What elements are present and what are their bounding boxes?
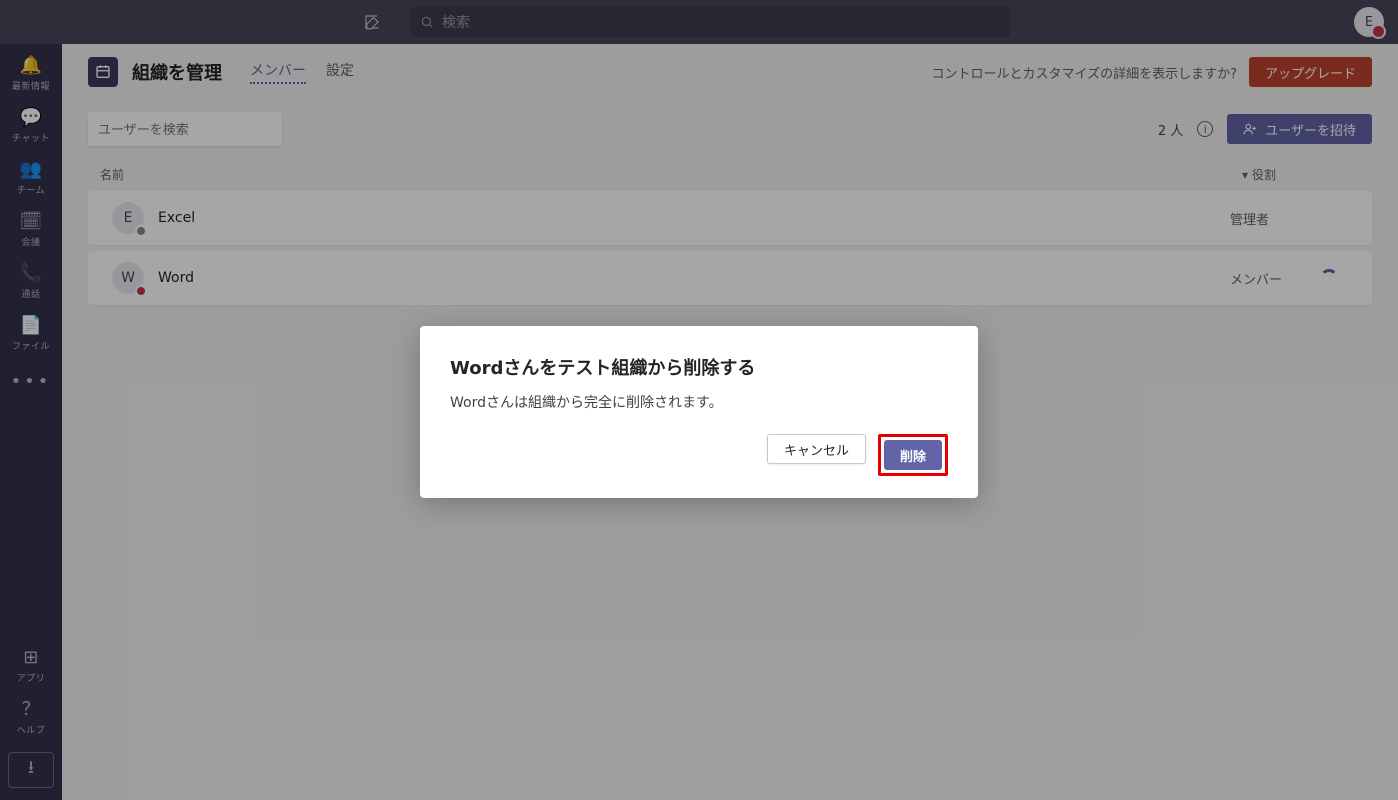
cancel-button[interactable]: キャンセル bbox=[767, 434, 866, 464]
delete-button[interactable]: 削除 bbox=[884, 440, 942, 470]
highlight-annotation: 削除 bbox=[878, 434, 948, 476]
dialog-title: Wordさんをテスト組織から削除する bbox=[450, 354, 948, 380]
dialog-body: Wordさんは組織から完全に削除されます。 bbox=[450, 392, 948, 412]
remove-user-dialog: Wordさんをテスト組織から削除する Wordさんは組織から完全に削除されます。… bbox=[420, 326, 978, 498]
dialog-actions: キャンセル 削除 bbox=[450, 434, 948, 476]
